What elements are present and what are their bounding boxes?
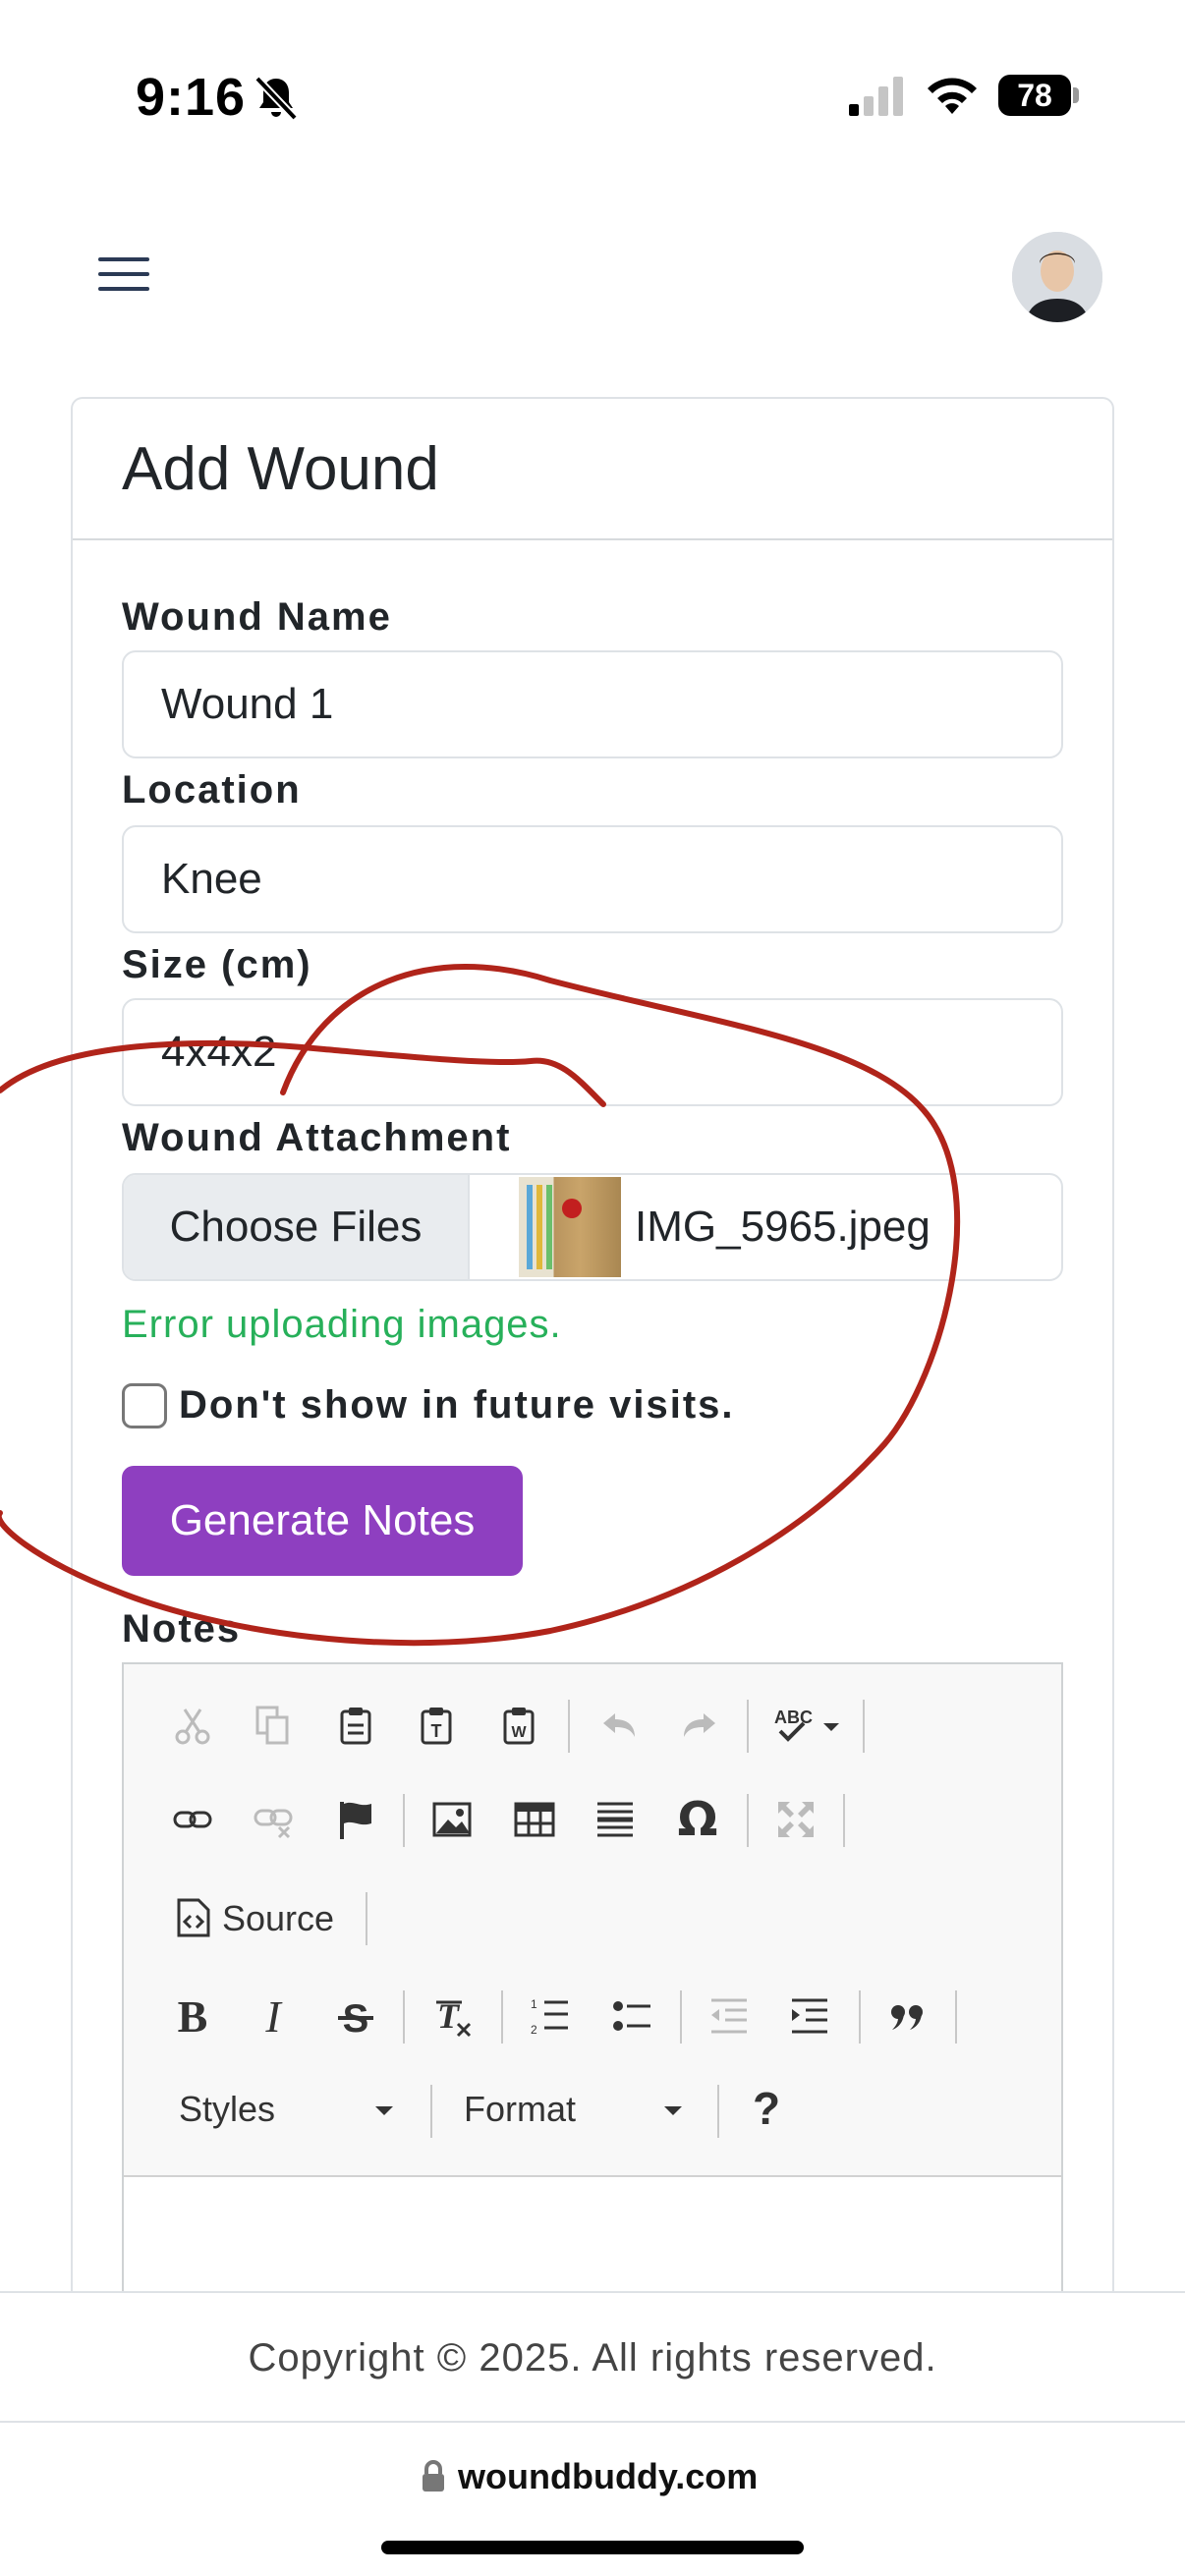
lock-icon: [423, 2460, 444, 2492]
numbered-list-icon[interactable]: 12: [523, 1988, 578, 2044]
location-label: Location: [122, 768, 302, 812]
spellcheck-icon[interactable]: ABC: [770, 1698, 853, 1753]
blockquote-icon[interactable]: [880, 1988, 935, 2044]
bulleted-list-icon[interactable]: [605, 1988, 660, 2044]
home-indicator[interactable]: [381, 2541, 804, 2554]
user-avatar[interactable]: [1012, 232, 1102, 322]
size-label: Size (cm): [122, 943, 312, 986]
battery-indicator: 78: [998, 75, 1079, 116]
cellular-signal-icon: [849, 77, 903, 116]
remove-format-icon[interactable]: T: [424, 1988, 480, 2044]
wifi-icon: [928, 78, 977, 114]
battery-cap: [1073, 87, 1079, 103]
paste-icon[interactable]: [328, 1698, 383, 1753]
copy-icon[interactable]: [246, 1698, 301, 1753]
wound-attachment-file-input[interactable]: Choose Files IMG_5965.jpeg: [122, 1173, 1063, 1281]
image-icon[interactable]: [424, 1792, 480, 1847]
bold-button[interactable]: B: [165, 1988, 220, 2044]
redo-icon[interactable]: [672, 1698, 727, 1753]
svg-text:T: T: [431, 1721, 442, 1741]
hamburger-menu-icon[interactable]: [98, 257, 149, 297]
card-header: Add Wound: [73, 399, 1112, 540]
source-button[interactable]: Source: [222, 1898, 334, 1939]
table-icon[interactable]: [507, 1792, 562, 1847]
wound-name-input[interactable]: [122, 650, 1063, 758]
dont-show-checkbox[interactable]: [122, 1383, 167, 1428]
notes-label: Notes: [122, 1607, 242, 1651]
chevron-down-icon: [375, 2106, 393, 2115]
styles-dropdown[interactable]: Styles: [179, 2089, 405, 2130]
generate-notes-button[interactable]: Generate Notes: [122, 1466, 523, 1576]
source-icon[interactable]: [165, 1890, 220, 1945]
attachment-file-name: IMG_5965.jpeg: [635, 1203, 931, 1251]
dont-show-checkbox-label[interactable]: Don't show in future visits.: [179, 1383, 735, 1428]
maximize-icon[interactable]: [768, 1792, 823, 1847]
svg-text:1: 1: [531, 1997, 537, 2011]
status-time: 9:16: [136, 68, 247, 127]
attachment-thumbnail: [519, 1177, 621, 1277]
anchor-flag-icon[interactable]: [328, 1792, 383, 1847]
svg-text:2: 2: [531, 2023, 537, 2037]
cut-icon[interactable]: [165, 1698, 220, 1753]
wound-name-label: Wound Name: [122, 595, 392, 639]
wound-attachment-label: Wound Attachment: [122, 1116, 512, 1159]
horizontal-line-icon[interactable]: [588, 1792, 643, 1847]
styles-dropdown-label: Styles: [179, 2089, 276, 2129]
location-input[interactable]: [122, 825, 1063, 933]
page-title: Add Wound: [122, 435, 439, 503]
svg-text:W: W: [511, 1724, 527, 1741]
strikethrough-icon[interactable]: S: [328, 1988, 383, 2044]
avatar-image: [1012, 232, 1102, 322]
format-dropdown[interactable]: Format: [464, 2089, 690, 2130]
page-footer: Copyright © 2025. All rights reserved.: [0, 2291, 1185, 2423]
increase-indent-icon[interactable]: [782, 1988, 837, 2044]
paste-text-icon[interactable]: T: [409, 1698, 464, 1753]
chevron-down-icon: [664, 2106, 682, 2115]
svg-text:ABC: ABC: [774, 1708, 813, 1727]
size-input[interactable]: [122, 998, 1063, 1106]
unlink-icon[interactable]: [246, 1792, 301, 1847]
link-icon[interactable]: [165, 1792, 220, 1847]
paste-word-icon[interactable]: W: [491, 1698, 546, 1753]
choose-files-button[interactable]: Choose Files: [124, 1175, 470, 1279]
italic-button[interactable]: I: [246, 1988, 301, 2044]
undo-icon[interactable]: [592, 1698, 647, 1753]
upload-error-message: Error uploading images.: [122, 1303, 562, 1346]
status-bar: 9:16 78: [0, 0, 1185, 167]
help-button[interactable]: ?: [739, 2081, 794, 2136]
url-text: woundbuddy.com: [458, 2456, 759, 2496]
decrease-indent-icon[interactable]: [702, 1988, 757, 2044]
format-dropdown-label: Format: [464, 2089, 577, 2129]
special-character-icon[interactable]: Ω: [670, 1792, 725, 1847]
battery-level: 78: [998, 75, 1071, 116]
copyright-text: Copyright © 2025. All rights reserved.: [248, 2336, 937, 2380]
bell-slash-icon: [254, 76, 298, 121]
